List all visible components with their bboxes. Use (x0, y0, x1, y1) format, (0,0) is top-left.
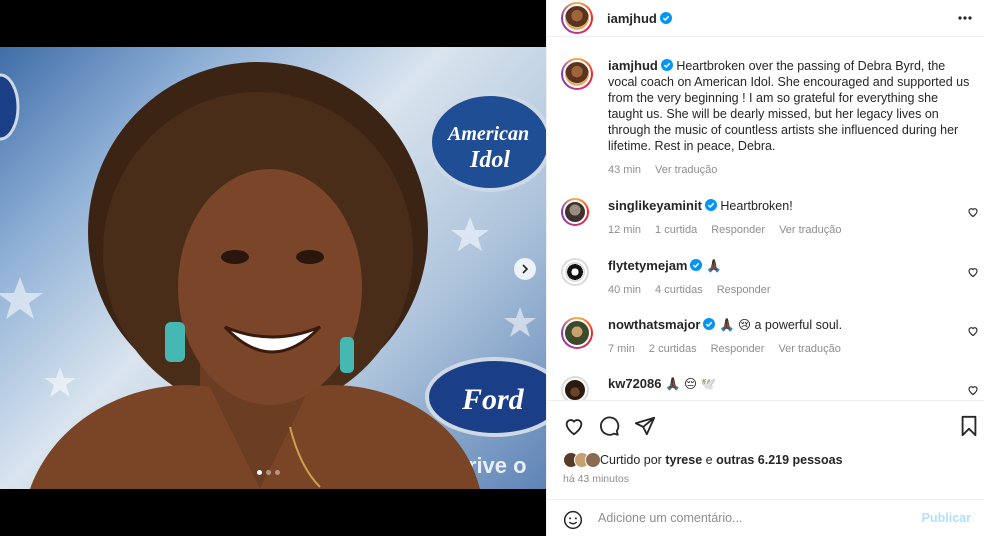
comment-input[interactable]: Adicione um comentário... (598, 511, 898, 525)
comment-username[interactable]: flytetymejam (608, 258, 687, 273)
author-avatar[interactable] (561, 58, 593, 90)
logo-text-idol: Idol (469, 147, 510, 173)
chevron-right-icon (522, 264, 529, 274)
logo-text-ford: Ford (461, 383, 525, 416)
likes-middle: e (705, 453, 713, 467)
comments-list[interactable]: iamjhud Heartbroken over the passing of … (547, 38, 984, 400)
heart-icon[interactable] (967, 266, 979, 278)
publish-button[interactable]: Publicar (922, 511, 971, 525)
share-icon[interactable] (634, 415, 656, 437)
carousel-dot-active (257, 470, 262, 475)
see-translation-link[interactable]: Ver tradução (655, 162, 717, 178)
next-photo-button[interactable] (514, 258, 536, 280)
caption-author[interactable]: iamjhud (608, 58, 658, 73)
post-photo[interactable]: American Idol Ford Drive o (0, 47, 546, 489)
commenter-avatar[interactable] (561, 317, 593, 349)
reply-button[interactable]: Responder (717, 282, 771, 298)
instagram-post-view: American Idol Ford Drive o iamjhud iamjh… (0, 0, 984, 536)
likers-avatars (563, 452, 601, 468)
commenter-avatar[interactable] (561, 198, 589, 226)
emoji-icon[interactable] (563, 510, 583, 530)
comment-likes[interactable]: 2 curtidas (649, 341, 697, 357)
comment-time[interactable]: 7 min (608, 341, 635, 357)
post-header: iamjhud (547, 0, 984, 37)
likes-others[interactable]: outras 6.219 pessoas (716, 453, 842, 467)
author-username[interactable]: iamjhud (607, 11, 672, 26)
logo-text-american: American (446, 123, 529, 145)
verified-badge-icon (703, 318, 716, 330)
verified-badge-icon (659, 12, 672, 24)
likes-user[interactable]: tyrese (665, 453, 702, 467)
caption-time[interactable]: 43 min (608, 162, 641, 178)
comment-time[interactable]: 12 min (608, 222, 641, 238)
heart-icon[interactable] (967, 384, 979, 396)
verified-badge-icon (660, 59, 673, 71)
more-horizontal-icon[interactable] (957, 10, 973, 26)
verified-badge-icon (704, 199, 717, 211)
bookmark-icon[interactable] (959, 415, 979, 437)
comment-composer: Adicione um comentário... Publicar (547, 499, 984, 536)
commenter-avatar[interactable] (561, 258, 589, 286)
comment-username[interactable]: kw72086 (608, 376, 662, 391)
comment-icon[interactable] (598, 415, 620, 437)
post-details-panel: iamjhud iamjhud Heartbroken over the pas… (546, 0, 984, 536)
reply-button[interactable]: Responder (711, 222, 765, 238)
author-username-text[interactable]: iamjhud (607, 11, 657, 26)
comment-text: 🙏🏿 😔 🕊️ (664, 377, 717, 391)
likes-summary[interactable]: Curtido por tyrese e outras 6.219 pessoa… (563, 452, 843, 468)
heart-icon[interactable] (967, 206, 979, 218)
caption-text: Heartbroken over the passing of Debra By… (608, 59, 970, 153)
comment-time[interactable]: 40 min (608, 282, 641, 298)
comment-likes[interactable]: 4 curtidas (655, 282, 703, 298)
heart-icon[interactable] (967, 325, 979, 337)
carousel-dot (275, 470, 280, 475)
see-translation-link[interactable]: Ver tradução (779, 222, 841, 238)
post-actions-bar (547, 400, 984, 450)
comment-username[interactable]: nowthatsmajor (608, 317, 700, 332)
comment-likes[interactable]: 1 curtida (655, 222, 697, 238)
reply-button[interactable]: Responder (711, 341, 765, 357)
media-pane: American Idol Ford Drive o (0, 0, 546, 536)
carousel-dots (257, 470, 280, 475)
comment-text: Heartbroken! (720, 199, 793, 213)
photo-illustration: American Idol Ford Drive o (0, 62, 546, 489)
heart-icon[interactable] (563, 415, 585, 437)
comment-text: 🙏🏿 😢 a powerful soul. (718, 318, 843, 332)
verified-badge-icon (690, 259, 703, 271)
likes-prefix: Curtido por (600, 453, 662, 467)
post-time-ago[interactable]: há 43 minutos (563, 473, 629, 485)
carousel-dot (266, 470, 271, 475)
commenter-avatar[interactable] (561, 376, 589, 400)
comment-text: 🙏🏿 (705, 259, 722, 273)
comment-username[interactable]: singlikeyaminit (608, 198, 702, 213)
author-avatar[interactable] (561, 2, 593, 34)
see-translation-link[interactable]: Ver tradução (778, 341, 840, 357)
